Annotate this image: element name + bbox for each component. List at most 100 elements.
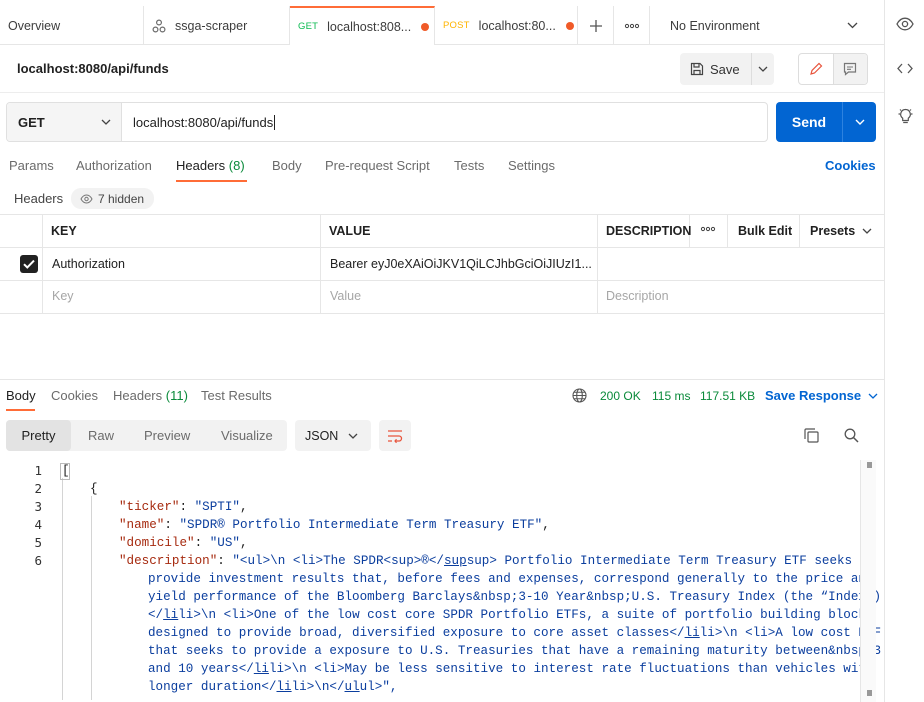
tab-headers-label: Headers: [176, 158, 226, 173]
tab-tests[interactable]: Tests: [454, 158, 484, 173]
response-tab-cookies[interactable]: Cookies: [51, 388, 98, 403]
code-line: that seeks to provide a exposure to U.S.…: [148, 644, 882, 658]
new-description-input[interactable]: Description: [606, 289, 669, 303]
send-options-button[interactable]: [843, 102, 876, 142]
save-response-button[interactable]: Save Response: [765, 388, 878, 403]
header-key-cell[interactable]: Authorization: [52, 257, 314, 271]
headers-table: KEY VALUE DESCRIPTION Bulk Edit Presets …: [0, 214, 884, 315]
active-tab-indicator: [6, 409, 35, 411]
response-size[interactable]: 117.51 KB: [700, 389, 755, 403]
tab-params[interactable]: Params: [9, 158, 54, 173]
header-description-cell[interactable]: [606, 257, 876, 275]
json-value: "US": [209, 536, 240, 550]
response-headers-count: (11): [165, 388, 188, 403]
method-select[interactable]: GET: [7, 103, 122, 141]
response-time[interactable]: 115 ms: [652, 389, 690, 403]
json-value: "SPDR® Portfolio Intermediate Term Treas…: [179, 518, 543, 532]
tab-prerequest[interactable]: Pre-request Script: [325, 158, 430, 173]
url-input[interactable]: localhost:8080/api/funds: [122, 103, 767, 141]
status-code[interactable]: 200 OK: [600, 389, 641, 403]
hidden-count: 7 hidden: [98, 191, 145, 206]
eye-icon[interactable]: [896, 17, 914, 31]
save-options-button[interactable]: [752, 66, 774, 72]
tab-overview[interactable]: Overview: [0, 6, 144, 45]
tab-label: localhost:80...: [478, 18, 556, 33]
json-key: "description": [119, 554, 218, 568]
headers-section-label: Headers: [14, 191, 64, 206]
chevron-down-icon: [758, 66, 768, 72]
tab-headers[interactable]: Headers (8): [176, 158, 245, 173]
response-tab-test-results[interactable]: Test Results: [201, 388, 272, 403]
code-line: provide investment results that, before …: [148, 572, 874, 586]
tab-authorization[interactable]: Authorization: [76, 158, 152, 173]
url-bar: GET localhost:8080/api/funds: [6, 102, 768, 142]
code-line: yield performance of the Bloomberg Barcl…: [148, 590, 882, 604]
response-headers-label: Headers: [113, 388, 163, 403]
pretty-button[interactable]: Pretty: [6, 420, 71, 451]
tab-get-funds[interactable]: GET localhost:808...: [290, 6, 435, 45]
new-value-input[interactable]: Value: [330, 289, 361, 303]
edit-mode-button[interactable]: [799, 54, 834, 84]
presets-dropdown[interactable]: Presets: [810, 224, 872, 238]
hidden-headers-toggle[interactable]: 7 hidden: [71, 188, 155, 209]
environment-label: No Environment: [670, 18, 760, 33]
eye-icon: [80, 193, 93, 204]
comments-button[interactable]: [833, 54, 867, 84]
json-key: "name": [119, 518, 165, 532]
chevron-down-icon: [868, 393, 878, 399]
url-text: localhost:8080/api/funds: [133, 114, 274, 130]
wrap-lines-button[interactable]: [379, 420, 411, 451]
format-select[interactable]: JSON: [295, 420, 371, 451]
checkmark-icon: [23, 259, 35, 269]
bulk-edit-button[interactable]: Bulk Edit: [738, 224, 792, 238]
chevron-down-icon: [855, 119, 865, 125]
response-body-viewer[interactable]: 1 2 3 4 5 6 [ { "ticker": "SPTI", "name"…: [0, 460, 884, 702]
tab-settings[interactable]: Settings: [508, 158, 555, 173]
globe-icon[interactable]: [572, 388, 587, 403]
raw-button[interactable]: Raw: [88, 428, 114, 443]
new-tab-button[interactable]: [578, 6, 614, 45]
save-label: Save: [710, 61, 740, 77]
mode-toggle: [798, 53, 868, 85]
column-options-button[interactable]: [700, 226, 716, 232]
tab-options-button[interactable]: [614, 6, 650, 45]
code-line: longer duration</lili>\n</ulul>",: [148, 680, 398, 694]
save-button[interactable]: Save: [680, 53, 752, 85]
response-tab-headers[interactable]: Headers (11): [113, 388, 188, 403]
tab-ssga-scraper[interactable]: ssga-scraper: [144, 6, 290, 45]
response-tab-body[interactable]: Body: [6, 388, 36, 403]
chevron-down-icon: [847, 22, 858, 29]
lightbulb-icon[interactable]: [898, 108, 913, 125]
tab-label: Overview: [8, 18, 61, 33]
send-button-group: Send: [776, 102, 876, 142]
vertical-scrollbar[interactable]: [860, 460, 876, 702]
json-key: "ticker": [119, 500, 180, 514]
right-sidebar: [884, 0, 924, 702]
line-number: 6: [34, 553, 42, 568]
request-title[interactable]: localhost:8080/api/funds: [17, 61, 169, 76]
send-button[interactable]: Send: [776, 102, 843, 142]
scroll-down-arrow-icon[interactable]: [867, 690, 872, 696]
code-icon[interactable]: [897, 62, 913, 75]
header-value-cell[interactable]: Bearer eyJ0eXAiOiJKV1QiLCJhbGciOiJIUzI1.…: [330, 257, 592, 271]
tab-body[interactable]: Body: [272, 158, 302, 173]
more-horizontal-icon: [700, 226, 716, 232]
save-button-group: Save: [680, 53, 774, 85]
scroll-up-arrow-icon[interactable]: [867, 462, 872, 468]
preview-button[interactable]: Preview: [144, 428, 190, 443]
header-enabled-checkbox[interactable]: [20, 255, 38, 273]
copy-icon[interactable]: [804, 428, 819, 443]
code-line: [: [62, 464, 70, 478]
environment-selector[interactable]: No Environment: [650, 6, 872, 45]
json-value: "SPTI": [194, 500, 240, 514]
pencil-icon: [809, 62, 823, 76]
visualize-button[interactable]: Visualize: [221, 428, 273, 443]
cookies-link[interactable]: Cookies: [825, 158, 876, 173]
json-value: "<ul>\n <li>The SPDR<sup>®</supsup> Port…: [232, 554, 875, 568]
method-badge: POST: [443, 20, 470, 31]
chevron-down-icon: [101, 119, 111, 125]
tab-post[interactable]: POST localhost:80...: [435, 6, 578, 45]
search-icon[interactable]: [844, 428, 859, 443]
line-number: 5: [34, 535, 42, 550]
new-key-input[interactable]: Key: [52, 289, 74, 303]
